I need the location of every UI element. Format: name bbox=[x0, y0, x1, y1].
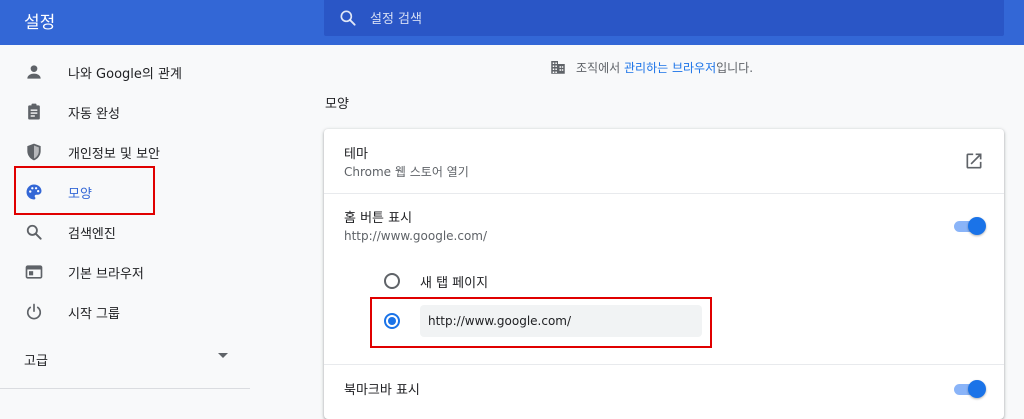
sidebar-item-default-browser[interactable]: 기본 브라우저 bbox=[0, 252, 260, 292]
row-divider bbox=[324, 364, 1004, 365]
new-tab-radio-label: 새 탭 페이지 bbox=[420, 276, 489, 291]
search-input[interactable]: 설정 검색 bbox=[370, 8, 422, 27]
sidebar-item-label: 시작 그룹 bbox=[68, 307, 120, 322]
person-icon bbox=[27, 65, 41, 79]
toggle-knob bbox=[968, 380, 986, 398]
sidebar-item-on-startup[interactable]: 시작 그룹 bbox=[0, 292, 260, 332]
highlight-annotation bbox=[14, 166, 155, 215]
home-button-subtitle: http://www.google.com/ bbox=[344, 229, 488, 243]
bookmarks-bar-title: 북마크바 표시 bbox=[344, 383, 420, 398]
browser-icon bbox=[25, 265, 43, 279]
managed-browser-link[interactable]: 관리하는 브라우저 bbox=[624, 61, 716, 75]
toggle-knob bbox=[968, 217, 986, 235]
sidebar-item-you-and-google[interactable]: 나와 Google의 관계 bbox=[0, 52, 260, 92]
sidebar-divider bbox=[0, 388, 250, 389]
appearance-card: 테마 Chrome 웹 스토어 열기 홈 버튼 표시 http://www.go… bbox=[324, 129, 1004, 419]
sidebar-item-autofill[interactable]: 자동 완성 bbox=[0, 92, 260, 132]
page-title: 설정 bbox=[24, 13, 56, 33]
chevron-down-icon bbox=[218, 353, 228, 358]
theme-subtitle: Chrome 웹 스토어 열기 bbox=[344, 165, 469, 179]
building-icon bbox=[551, 61, 565, 74]
sidebar-item-label: 자동 완성 bbox=[68, 107, 120, 122]
advanced-label: 고급 bbox=[24, 354, 48, 369]
search-icon bbox=[26, 224, 42, 240]
power-icon bbox=[26, 303, 42, 320]
sidebar-item-label: 기본 브라우저 bbox=[68, 267, 144, 282]
home-button-toggle[interactable] bbox=[954, 217, 986, 235]
home-button-title: 홈 버튼 표시 bbox=[344, 211, 413, 226]
sidebar-item-label: 검색엔진 bbox=[68, 227, 116, 242]
managed-prefix: 조직에서 bbox=[576, 61, 624, 75]
theme-title: 테마 bbox=[344, 147, 368, 162]
managed-suffix: 입니다. bbox=[716, 61, 754, 75]
search-icon bbox=[340, 10, 356, 26]
shield-icon bbox=[27, 143, 41, 161]
sidebar-item-label: 개인정보 및 보안 bbox=[68, 147, 160, 162]
sidebar-item-label: 나와 Google의 관계 bbox=[68, 67, 182, 82]
sidebar: 나와 Google의 관계 자동 완성 개인정보 및 보안 모양 검색엔진 기본… bbox=[0, 45, 260, 400]
section-title: 모양 bbox=[325, 97, 349, 112]
bookmarks-bar-toggle[interactable] bbox=[954, 380, 986, 398]
highlight-annotation bbox=[370, 297, 712, 348]
new-tab-radio[interactable] bbox=[384, 273, 400, 289]
row-divider bbox=[324, 193, 1004, 194]
open-in-new-icon[interactable] bbox=[964, 151, 984, 171]
sidebar-item-search-engine[interactable]: 검색엔진 bbox=[0, 212, 260, 252]
settings-header: 설정 설정 검색 bbox=[0, 0, 1024, 45]
advanced-toggle[interactable]: 고급 bbox=[0, 341, 250, 377]
search-box[interactable]: 설정 검색 bbox=[324, 0, 1004, 36]
clipboard-icon bbox=[28, 103, 40, 120]
